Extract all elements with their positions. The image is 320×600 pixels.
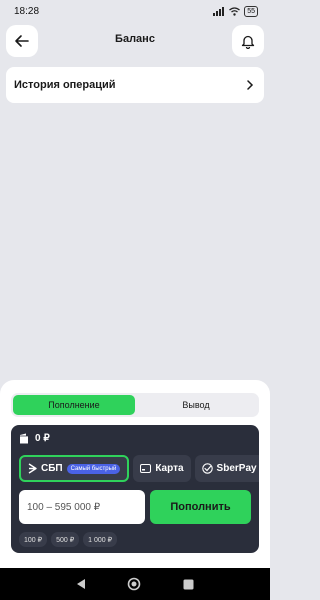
topup-panel: 0 ₽ СБП Самый быстрый Карта SberPay Попо… (11, 425, 259, 553)
topup-button[interactable]: Пополнить (150, 490, 251, 524)
status-icons: 55 (213, 5, 258, 17)
nav-home-icon[interactable] (127, 577, 141, 591)
chevron-right-icon (247, 80, 254, 90)
notifications-button[interactable] (232, 25, 264, 57)
method-sbp-label: СБП (41, 463, 63, 474)
system-nav-bar (0, 568, 270, 600)
page-title: Баланс (115, 33, 155, 45)
method-card[interactable]: Карта (133, 455, 191, 482)
history-link[interactable]: История операций (6, 67, 264, 103)
quick-amount-chip[interactable]: 100 ₽ (19, 532, 48, 547)
bottom-sheet: Пополнение Вывод 0 ₽ СБП Самый быстрый К… (0, 380, 270, 568)
header: Баланс (0, 24, 270, 58)
battery-indicator: 55 (244, 5, 258, 17)
method-sberpay-label: SberPay (216, 463, 257, 474)
card-icon (140, 464, 152, 473)
method-card-label: Карта (155, 463, 184, 474)
history-label: История операций (14, 79, 116, 91)
fastest-badge: Самый быстрый (66, 463, 121, 474)
method-sbp[interactable]: СБП Самый быстрый (19, 455, 130, 482)
tab-withdraw[interactable]: Вывод (135, 395, 257, 415)
wifi-icon (229, 6, 241, 16)
sberpay-icon (201, 463, 213, 474)
signal-icon (213, 6, 225, 16)
payment-methods: СБП Самый быстрый Карта SberPay (19, 455, 259, 482)
quick-amounts: 100 ₽ 500 ₽ 1 000 ₽ (19, 532, 118, 547)
bell-icon (241, 35, 255, 49)
quick-amount-chip[interactable]: 1 000 ₽ (83, 532, 118, 547)
nav-recents-icon[interactable] (183, 579, 194, 590)
status-time: 18:28 (14, 5, 40, 17)
nav-back-icon[interactable] (76, 578, 86, 590)
method-sberpay[interactable]: SberPay (194, 455, 259, 482)
balance-amount: 0 ₽ (35, 433, 50, 444)
quick-amount-chip[interactable]: 500 ₽ (51, 532, 80, 547)
balance-row: 0 ₽ (19, 433, 50, 444)
status-bar: 18:28 55 (0, 0, 270, 22)
amount-input[interactable] (19, 490, 145, 524)
wallet-icon (20, 433, 28, 444)
tab-topup[interactable]: Пополнение (13, 395, 135, 415)
operation-tabs: Пополнение Вывод (11, 393, 259, 417)
sbp-icon (28, 463, 37, 474)
